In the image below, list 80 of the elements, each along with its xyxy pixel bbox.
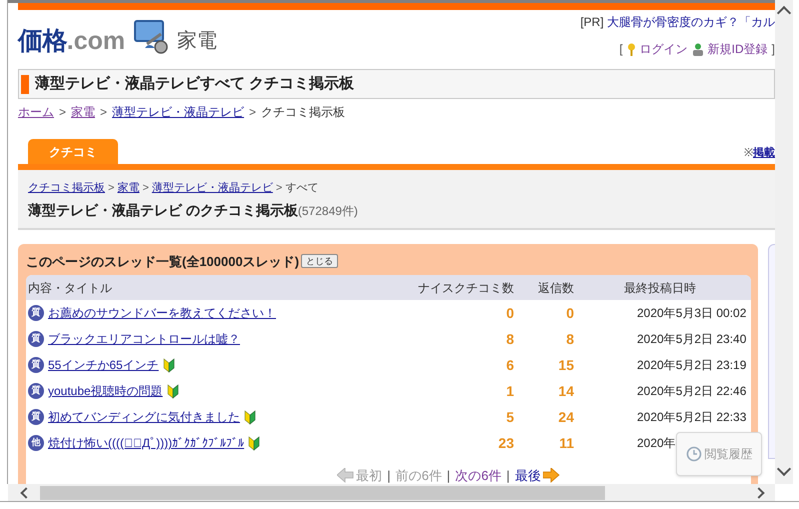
breadcrumb-separator: >: [249, 104, 256, 121]
thread-title-link[interactable]: ブラックエリアコントロールは嘘？: [48, 330, 240, 348]
leaf-icon: [166, 384, 179, 398]
column-header: 最終投稿日時: [624, 280, 697, 296]
notice-link[interactable]: 掲載: [753, 146, 775, 158]
post-date: 2020年5月2日 22:33: [637, 409, 748, 426]
thread-type-badge: 質: [28, 383, 44, 399]
leaf-icon: [248, 436, 260, 450]
reply-count: 24: [558, 408, 574, 426]
breadcrumb-link[interactable]: クチコミ掲示板: [28, 180, 105, 196]
breadcrumb-link[interactable]: 家電: [71, 103, 96, 121]
breadcrumb-link[interactable]: 薄型テレビ・液晶テレビ: [152, 180, 273, 196]
column-header: 内容・タイトル: [28, 280, 113, 296]
thread-title-link[interactable]: 初めてバンディングに気付きました: [48, 408, 240, 426]
logo-text[interactable]: 価格: [18, 29, 67, 54]
right-arrow-icon: [542, 468, 560, 484]
thread-type-badge: 質: [28, 357, 44, 373]
thread-title-link[interactable]: お薦めのサウンドバーを教えてください！: [48, 304, 276, 322]
vertical-scrollbar[interactable]: [775, 0, 793, 484]
breadcrumb-link[interactable]: ホーム: [18, 103, 54, 121]
title-marker: [21, 74, 29, 94]
breadcrumb-current: クチコミ掲示板: [261, 104, 346, 121]
pager-link[interactable]: 最後: [514, 466, 560, 484]
pager-link[interactable]: 次の6件: [455, 466, 502, 484]
pager-separator: |: [506, 467, 510, 484]
register-link[interactable]: 新規ID登録: [708, 41, 768, 57]
left-arrow-icon: [337, 468, 354, 484]
page-title: 薄型テレビ・液晶テレビすべて クチコミ掲示板: [35, 74, 354, 94]
tv-icon: [133, 20, 170, 54]
ad-link[interactable]: [PR] 大腿骨が骨密度のカギ？「カル: [580, 14, 775, 30]
thread-type-badge: 質: [28, 409, 44, 425]
person-icon: [692, 42, 704, 56]
post-date: 2020年5月2日 23:40: [637, 331, 748, 348]
pager-separator: |: [387, 467, 391, 484]
nice-count: 23: [498, 434, 514, 452]
column-header: ナイスクチコミ数: [418, 280, 514, 296]
reply-count: 8: [566, 330, 574, 348]
nice-count: 0: [506, 304, 514, 322]
breadcrumb-separator: >: [59, 104, 66, 121]
post-date: 2020年5月2日 22:46: [637, 383, 748, 400]
login-link[interactable]: ログイン: [640, 41, 688, 57]
column-header: 返信数: [538, 280, 574, 296]
leaf-icon: [244, 410, 256, 424]
thread-type-badge: 質: [28, 305, 44, 321]
thread-title-link[interactable]: 55インチか65インチ: [48, 356, 159, 374]
category-label: 家電: [177, 31, 218, 51]
pager-separator: |: [446, 467, 450, 484]
nice-count: 5: [506, 408, 514, 426]
nice-count: 1: [506, 382, 514, 400]
reply-count: 0: [566, 304, 574, 322]
breadcrumb-separator: >: [100, 104, 108, 121]
breadcrumb-separator: >: [276, 181, 282, 196]
reply-count: 14: [558, 382, 574, 400]
thread-title-link[interactable]: 焼付け怖い((((；ﾟДﾟ))))ｶﾞｸｶﾞｸﾌﾞﾙﾌﾞﾙ: [48, 434, 244, 452]
thread-type-badge: 他: [28, 435, 44, 451]
thread-type-badge: 質: [28, 331, 44, 347]
post-date: 2020年5月2日 23:19: [637, 357, 748, 374]
reply-count: 15: [558, 356, 574, 374]
bracket: ]: [772, 41, 775, 57]
breadcrumb-link[interactable]: 薄型テレビ・液晶テレビ: [112, 103, 244, 121]
clock-icon: [686, 446, 702, 462]
board-title: 薄型テレビ・液晶テレビ のクチコミ掲示板: [28, 200, 298, 220]
post-count: (572849件): [298, 204, 358, 220]
reply-count: 11: [559, 434, 574, 452]
nice-count: 8: [506, 330, 514, 348]
thread-list-heading: このページのスレッド一覧(全100000スレッド): [26, 252, 300, 271]
breadcrumb-link[interactable]: 家電: [117, 180, 140, 196]
bracket: [: [619, 41, 623, 57]
key-icon: [626, 42, 636, 56]
breadcrumb-current: すべて: [285, 181, 318, 196]
breadcrumb-separator: >: [142, 181, 149, 196]
breadcrumb-separator: >: [108, 181, 114, 196]
post-date: 2020年: [637, 435, 677, 452]
scrollbar-thumb[interactable]: [40, 486, 605, 500]
nice-count: 6: [506, 356, 514, 374]
thread-title-link[interactable]: youtube視聴時の問題: [48, 382, 163, 400]
close-button[interactable]: とじる: [301, 254, 338, 268]
leaf-icon: [162, 358, 175, 372]
post-date: 2020年5月3日 00:02: [637, 305, 748, 322]
notice-mark: ※: [744, 146, 753, 158]
